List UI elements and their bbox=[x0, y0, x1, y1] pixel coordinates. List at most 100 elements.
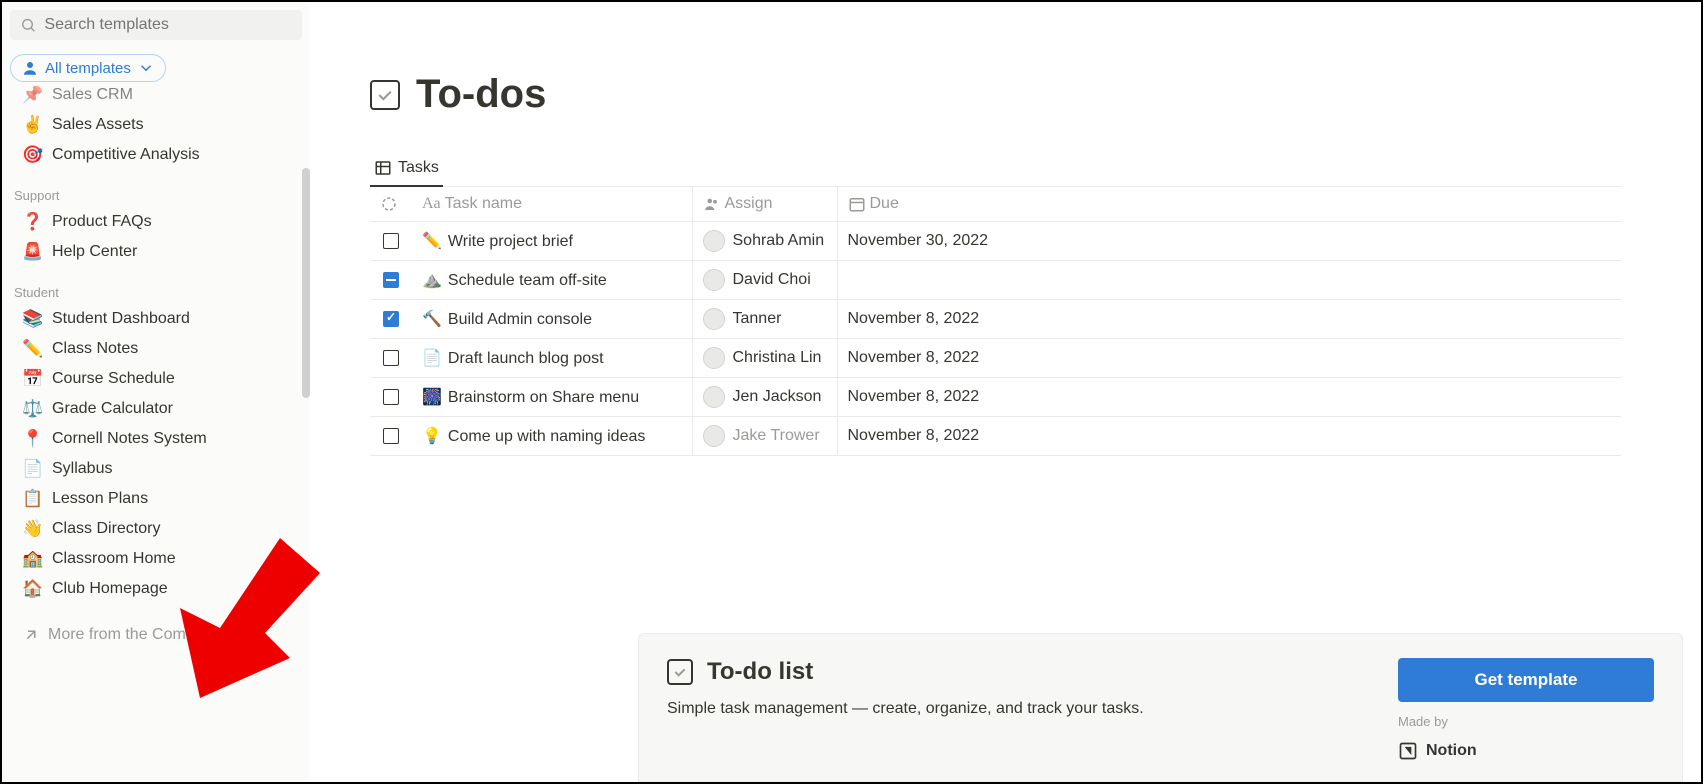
row-checkbox[interactable] bbox=[383, 311, 399, 327]
search-box[interactable] bbox=[10, 10, 302, 40]
sidebar-item[interactable]: 🎯 Competitive Analysis bbox=[2, 140, 310, 170]
sidebar-item[interactable]: ⚖️Grade Calculator bbox=[2, 394, 310, 424]
clipboard-icon: 📋 bbox=[22, 489, 42, 509]
col-due[interactable]: Due bbox=[837, 187, 1621, 222]
template-footer-card: To-do list Simple task management — crea… bbox=[638, 633, 1683, 782]
task-emoji-icon: 🔨 bbox=[422, 311, 442, 328]
row-checkbox[interactable] bbox=[383, 350, 399, 366]
sidebar: All templates 📌 Sales CRM ✌️ Sales Asset… bbox=[2, 2, 310, 782]
sidebar-item-label: Course Schedule bbox=[52, 370, 175, 388]
filter-label: All templates bbox=[45, 60, 131, 77]
assign-cell[interactable]: Sohrab Amin bbox=[692, 222, 837, 261]
table-row[interactable]: 💡Come up with naming ideasJake TrowerNov… bbox=[370, 417, 1621, 456]
pencil-icon: ✏️ bbox=[22, 339, 42, 359]
sidebar-item[interactable]: 🚨 Help Center bbox=[2, 237, 310, 267]
question-icon: ❓ bbox=[22, 212, 42, 232]
footer-title: To-do list bbox=[707, 658, 813, 686]
page-title-row: To-dos bbox=[370, 72, 1621, 117]
table-row[interactable]: 🎆Brainstorm on Share menuJen JacksonNove… bbox=[370, 378, 1621, 417]
notion-logo-icon bbox=[1398, 741, 1418, 761]
page-icon: 📄 bbox=[22, 459, 42, 479]
avatar bbox=[703, 269, 725, 291]
task-name-cell[interactable]: 🔨Build Admin console bbox=[412, 300, 692, 339]
people-icon bbox=[703, 195, 721, 213]
table-row[interactable]: ✏️Write project briefSohrab AminNovember… bbox=[370, 222, 1621, 261]
sidebar-item[interactable]: 👋Class Directory bbox=[2, 514, 310, 544]
due-cell[interactable]: November 8, 2022 bbox=[837, 300, 1621, 339]
avatar bbox=[703, 386, 725, 408]
due-cell[interactable]: November 8, 2022 bbox=[837, 339, 1621, 378]
sidebar-item[interactable]: 📋Lesson Plans bbox=[2, 484, 310, 514]
main-content: To-dos Tasks AaTask name Assign Due ✏️Wr… bbox=[310, 2, 1701, 782]
chevron-down-icon bbox=[137, 59, 155, 77]
pin-icon: 📍 bbox=[22, 429, 42, 449]
sidebar-item-label: Grade Calculator bbox=[52, 400, 173, 418]
assign-cell[interactable]: Jen Jackson bbox=[692, 378, 837, 417]
task-emoji-icon: 🎆 bbox=[422, 389, 442, 406]
sidebar-item[interactable]: 📍Cornell Notes System bbox=[2, 424, 310, 454]
avatar bbox=[703, 308, 725, 330]
task-emoji-icon: 📄 bbox=[422, 350, 442, 367]
task-name-cell[interactable]: ✏️Write project brief bbox=[412, 222, 692, 261]
sidebar-item-label: Classroom Home bbox=[52, 550, 176, 568]
footer-description: Simple task management — create, organiz… bbox=[667, 700, 1144, 718]
sidebar-item-label: Class Notes bbox=[52, 340, 138, 358]
sidebar-scrollbar[interactable] bbox=[302, 168, 310, 398]
sidebar-item-label: Syllabus bbox=[52, 460, 112, 478]
due-cell[interactable]: November 30, 2022 bbox=[837, 222, 1621, 261]
assign-cell[interactable]: David Choi bbox=[692, 261, 837, 300]
sidebar-item[interactable]: ✏️ Class Notes bbox=[2, 334, 310, 364]
table-row[interactable]: ⛰️Schedule team off-site David Choi bbox=[370, 261, 1621, 300]
task-name-cell[interactable]: 📄Draft launch blog post bbox=[412, 339, 692, 378]
task-name-cell[interactable]: 🎆Brainstorm on Share menu bbox=[412, 378, 692, 417]
task-name-cell[interactable]: 💡Come up with naming ideas bbox=[412, 417, 692, 456]
arrow-up-right-icon bbox=[22, 626, 40, 644]
target-icon: 🎯 bbox=[22, 145, 42, 165]
page-checkbox-icon bbox=[370, 80, 400, 110]
task-emoji-icon: ✏️ bbox=[422, 233, 442, 250]
text-icon: Aa bbox=[422, 195, 441, 212]
row-checkbox[interactable] bbox=[383, 233, 399, 249]
sidebar-item[interactable]: 🏠Club Homepage bbox=[2, 574, 310, 604]
sidebar-item[interactable]: 📌 Sales CRM bbox=[2, 86, 310, 110]
sidebar-item-label: Product FAQs bbox=[52, 213, 152, 231]
table-row[interactable]: 📄Draft launch blog postChristina LinNove… bbox=[370, 339, 1621, 378]
sidebar-item[interactable]: 📚Student Dashboard bbox=[2, 304, 310, 334]
calendar-icon bbox=[848, 195, 866, 213]
table-row[interactable]: 🔨Build Admin consoleTannerNovember 8, 20… bbox=[370, 300, 1621, 339]
search-input[interactable] bbox=[44, 16, 292, 34]
row-checkbox[interactable] bbox=[383, 428, 399, 444]
page-title: To-dos bbox=[416, 72, 546, 117]
filter-all-templates[interactable]: All templates bbox=[10, 54, 166, 82]
person-icon bbox=[21, 59, 39, 77]
assign-cell[interactable]: Tanner bbox=[692, 300, 837, 339]
assign-cell[interactable]: Jake Trower bbox=[692, 417, 837, 456]
search-icon bbox=[20, 16, 36, 34]
task-name-cell[interactable]: ⛰️Schedule team off-site bbox=[412, 261, 692, 300]
due-cell[interactable] bbox=[837, 261, 1621, 300]
row-checkbox[interactable] bbox=[383, 389, 399, 405]
assignee-name: David Choi bbox=[733, 271, 811, 289]
sidebar-item[interactable]: 🏫Classroom Home bbox=[2, 544, 310, 574]
assign-cell[interactable]: Christina Lin bbox=[692, 339, 837, 378]
due-cell[interactable]: November 8, 2022 bbox=[837, 378, 1621, 417]
sidebar-item[interactable]: ✌️ Sales Assets bbox=[2, 110, 310, 140]
sidebar-item[interactable]: 📄 Syllabus bbox=[2, 454, 310, 484]
avatar bbox=[703, 230, 725, 252]
sidebar-item-label: Class Directory bbox=[52, 520, 160, 538]
sidebar-item[interactable]: ❓ Product FAQs bbox=[2, 207, 310, 237]
more-from-community[interactable]: More from the Community bbox=[2, 612, 310, 658]
peace-icon: ✌️ bbox=[22, 115, 42, 135]
col-name[interactable]: AaTask name bbox=[412, 187, 692, 222]
books-icon: 📚 bbox=[22, 309, 42, 329]
due-cell[interactable]: November 8, 2022 bbox=[837, 417, 1621, 456]
sidebar-item-label: Sales CRM bbox=[52, 86, 133, 104]
col-assign[interactable]: Assign bbox=[692, 187, 837, 222]
avatar bbox=[703, 425, 725, 447]
col-checkbox bbox=[370, 187, 412, 222]
tab-tasks[interactable]: Tasks bbox=[370, 153, 443, 187]
sidebar-item[interactable]: 📅Course Schedule bbox=[2, 364, 310, 394]
maker[interactable]: Notion bbox=[1398, 741, 1477, 761]
row-checkbox[interactable] bbox=[383, 272, 399, 288]
get-template-button[interactable]: Get template bbox=[1398, 658, 1654, 702]
